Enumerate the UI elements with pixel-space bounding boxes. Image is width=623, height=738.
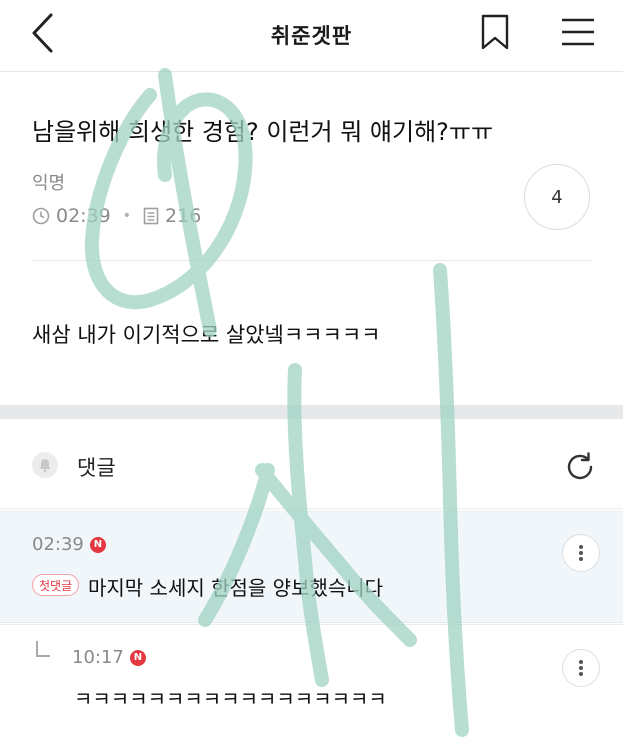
more-vertical-icon [579, 660, 583, 676]
comment-more-button[interactable] [562, 649, 600, 687]
first-comment-badge: 첫댓글 [32, 574, 80, 596]
like-count: 4 [551, 186, 563, 208]
more-vertical-icon [579, 545, 583, 561]
reply-arrow-icon [36, 641, 50, 657]
comment-item: 02:39 N 첫댓글 마지막 소세지 한점을 양보했슥니다 [0, 510, 623, 623]
post-author: 익명 [32, 173, 66, 194]
comments-label: 댓글 [77, 456, 116, 480]
section-divider [0, 405, 623, 419]
comment-text: ㅋㅋㅋㅋㅋㅋㅋㅋㅋㅋㅋㅋㅋㅋㅋㅋㅋ [74, 687, 387, 711]
post-meta: 02:39 • 216 [32, 203, 201, 229]
post-title: 남을위해 희생한 경험? 이런거 뭐 얘기해?ㅠㅠ [32, 118, 494, 146]
bookmark-icon [481, 14, 509, 50]
clock-icon [32, 207, 50, 225]
comment-time: 10:17 [72, 647, 124, 668]
meta-separator: • [122, 208, 132, 224]
bell-icon[interactable] [32, 452, 58, 478]
board-title: 취준겟판 [270, 24, 353, 48]
new-badge: N [129, 649, 146, 666]
reply-item: 10:17 N ㅋㅋㅋㅋㅋㅋㅋㅋㅋㅋㅋㅋㅋㅋㅋㅋㅋ [0, 624, 623, 738]
post-views: 216 [165, 205, 202, 227]
comments-header: 댓글 [0, 419, 623, 509]
divider [32, 260, 592, 261]
menu-button[interactable] [556, 10, 600, 54]
post-body: 새삼 내가 이기적으로 살았넼ㅋㅋㅋㅋㅋ [32, 323, 381, 347]
bookmark-button[interactable] [473, 10, 517, 54]
post-time: 02:39 [56, 205, 111, 227]
app-header: 취준겟판 [0, 0, 623, 72]
new-badge: N [89, 536, 106, 553]
comment-meta: 10:17 N [72, 647, 146, 668]
comment-meta: 02:39 N [32, 534, 106, 555]
comment-more-button[interactable] [562, 534, 600, 572]
post-card: 남을위해 희생한 경험? 이런거 뭐 얘기해?ㅠㅠ 익명 02:39 • 216… [0, 73, 623, 405]
views-icon [143, 207, 159, 225]
comment-time: 02:39 [32, 534, 84, 555]
refresh-icon [567, 452, 593, 480]
comment-text: 마지막 소세지 한점을 양보했슥니다 [88, 576, 384, 600]
refresh-button[interactable] [560, 447, 600, 487]
hamburger-menu-icon [562, 18, 594, 46]
like-button[interactable]: 4 [524, 164, 590, 230]
